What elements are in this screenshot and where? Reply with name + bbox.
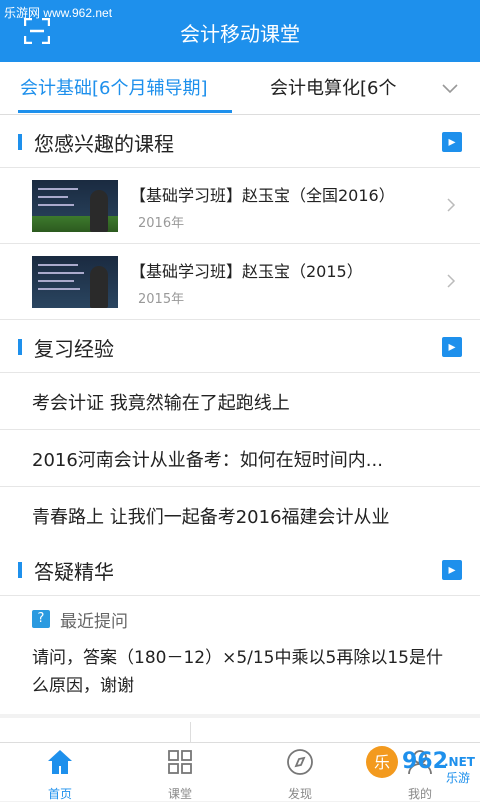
more-arrow-icon[interactable]: ▸: [442, 132, 462, 152]
courses-section: 您感兴趣的课程 ▸ 【基础学习班】赵玉宝（全国2016） 2016年 【基础学习…: [0, 115, 480, 320]
svg-text:962: 962: [402, 749, 448, 774]
section-header: 答疑精华 ▸: [0, 543, 480, 596]
article-title: 2016河南会计从业备考：如何在短时间内...: [32, 450, 383, 471]
section-marker: [18, 134, 22, 150]
section-header: 您感兴趣的课程 ▸: [0, 115, 480, 168]
course-item[interactable]: 【基础学习班】赵玉宝（2015） 2015年: [0, 244, 480, 320]
course-title: 【基础学习班】赵玉宝（2015）: [130, 262, 363, 281]
section-marker: [18, 562, 22, 578]
compass-icon: [287, 749, 313, 775]
article-item[interactable]: 考会计证 我竟然输在了起跑线上: [0, 373, 480, 430]
more-arrow-icon[interactable]: ▸: [442, 337, 462, 357]
tab-label: 课堂: [167, 787, 192, 801]
course-year: 2016年: [138, 216, 185, 231]
thumbnail-text-line: [38, 288, 80, 290]
section-header: 复习经验 ▸: [0, 320, 480, 373]
page-title: 会计移动课堂: [180, 22, 300, 46]
article-title: 考会计证 我竟然输在了起跑线上: [32, 393, 290, 414]
more-arrow-icon[interactable]: ▸: [442, 560, 462, 580]
tab-classroom[interactable]: 课堂: [145, 747, 215, 802]
tab-computerized-accounting[interactable]: 会计电算化[6个: [270, 74, 430, 100]
thumbnail-presenter: [90, 190, 108, 232]
article-title: 青春路上 让我们一起备考2016福建会计从业: [32, 507, 390, 528]
thumbnail-presenter: [90, 266, 108, 308]
article-item[interactable]: 2016河南会计从业备考：如何在短时间内...: [0, 430, 480, 487]
course-year: 2015年: [138, 292, 185, 307]
course-title: 【基础学习班】赵玉宝（全国2016）: [130, 186, 395, 205]
svg-text:.NET: .NET: [444, 755, 476, 769]
site-logo: 乐 962 .NET 乐游: [366, 746, 476, 785]
grid-icon: [168, 750, 192, 774]
section-title: 复习经验: [34, 337, 114, 361]
chevron-right-icon: [447, 198, 456, 212]
tab-label: 发现: [287, 787, 312, 801]
chevron-down-icon[interactable]: [438, 76, 462, 100]
tab-discover[interactable]: 发现: [265, 747, 335, 802]
question-text[interactable]: 请问，答案（180－12）×5/15中乘以5再除以15是什么原因，谢谢: [0, 632, 480, 714]
review-section: 复习经验 ▸ 考会计证 我竟然输在了起跑线上 2016河南会计从业备考：如何在短…: [0, 320, 480, 544]
tab-accounting-basics[interactable]: 会计基础[6个月辅导期]: [20, 74, 208, 100]
chevron-right-icon: [447, 274, 456, 288]
article-item[interactable]: 青春路上 让我们一起备考2016福建会计从业: [0, 487, 480, 544]
qa-section: 答疑精华 ▸ ? 最近提问 请问，答案（180－12）×5/15中乘以5再除以1…: [0, 543, 480, 714]
tab-label: 首页: [47, 787, 72, 801]
svg-text:乐游: 乐游: [446, 771, 470, 785]
home-icon: [48, 750, 72, 774]
course-item[interactable]: 【基础学习班】赵玉宝（全国2016） 2016年: [0, 168, 480, 244]
course-thumbnail: [32, 256, 118, 308]
recent-questions-text: 最近提问: [60, 612, 128, 632]
active-tab-indicator: [18, 110, 232, 113]
thumbnail-text-line: [38, 188, 78, 190]
category-tabs: 会计基础[6个月辅导期] 会计电算化[6个: [0, 62, 480, 115]
thumbnail-text-line: [38, 204, 74, 206]
thumbnail-text-line: [38, 196, 68, 198]
section-marker: [18, 339, 22, 355]
thumbnail-text-line: [38, 272, 84, 274]
section-title: 您感兴趣的课程: [34, 132, 174, 156]
tab-home[interactable]: 首页: [25, 747, 95, 802]
question-icon: ?: [32, 610, 50, 628]
recent-questions-label: ? 最近提问: [0, 596, 480, 632]
thumbnail-text-line: [38, 280, 74, 282]
svg-text:乐: 乐: [374, 753, 390, 772]
section-title: 答疑精华: [34, 560, 114, 584]
course-thumbnail: [32, 180, 118, 232]
app-header: 乐游网 www.962.net 会计移动课堂: [0, 0, 480, 62]
thumbnail-text-line: [38, 264, 78, 266]
